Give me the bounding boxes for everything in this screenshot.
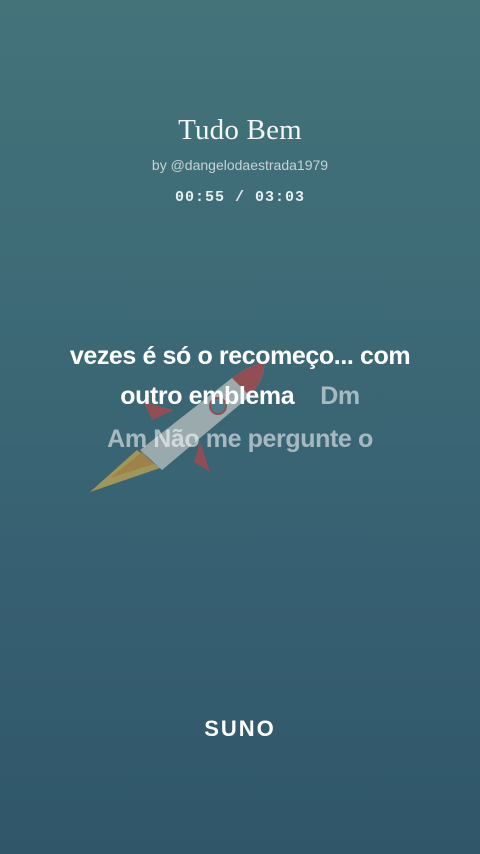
chord-label: Dm	[320, 382, 360, 410]
lyric-line-current: vezes é só o recomeço... com	[0, 336, 480, 376]
lyric-line-2: outro emblema	[120, 382, 295, 410]
lyric-line-3: Am Não me pergunte o	[107, 425, 373, 453]
song-header: Tudo Bem by @dangelodaestrada1979 00:55 …	[0, 112, 480, 207]
suno-logo: SUNO	[204, 716, 276, 741]
artist-byline[interactable]: by @dangelodaestrada1979	[0, 156, 480, 174]
lyric-line-1: vezes é só o recomeço... com	[69, 342, 411, 370]
lyric-line-next: Am Não me pergunte o	[0, 419, 480, 459]
lyrics-panel: vezes é só o recomeço... com outro emble…	[0, 336, 480, 459]
lyric-line-current-2: outro emblema Dm	[0, 376, 480, 416]
song-title: Tudo Bem	[178, 114, 302, 146]
playback-time: 00:55 / 03:03	[174, 189, 306, 206]
